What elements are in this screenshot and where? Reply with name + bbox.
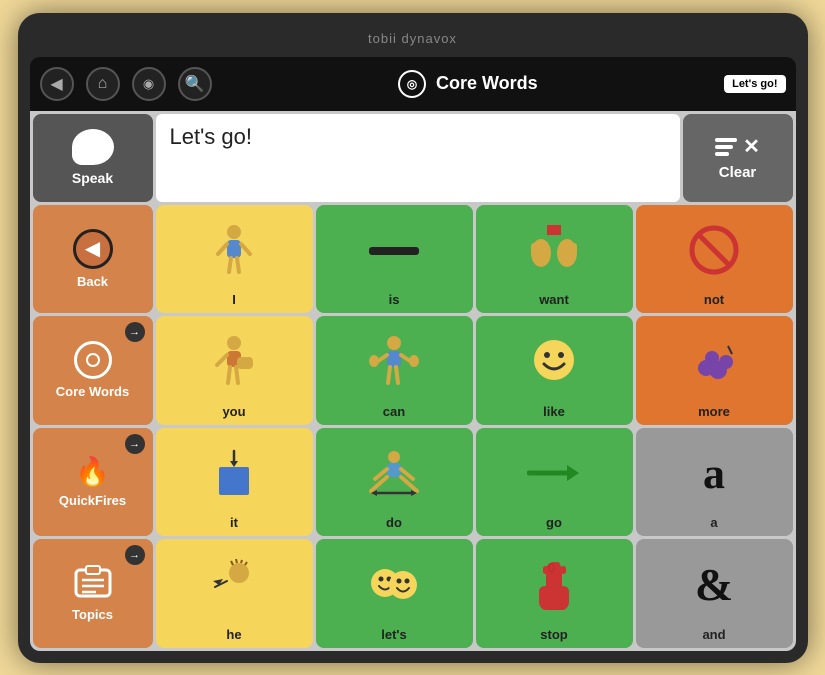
arrow-badge: → [125, 322, 145, 342]
cw-circle-icon [74, 341, 112, 379]
cell-image-stop [480, 543, 629, 627]
cell-label-more: more [698, 404, 730, 419]
core-words-label: Core Words [56, 384, 129, 399]
grid-row-2: → Core Words [33, 316, 793, 425]
cell-label-go: go [546, 515, 562, 530]
profile-nav-icon: ◉ [143, 76, 154, 92]
word-cell-is[interactable]: is [316, 205, 473, 314]
cell-label-stop: stop [540, 627, 567, 642]
word-cell-i[interactable]: I [156, 205, 313, 314]
text-output-content: Let's go! [170, 124, 252, 150]
cell-image-and: & [640, 543, 789, 627]
top-row: Speak Let's go! ✕ Clear [33, 114, 793, 202]
quickfires-button[interactable]: → 🔥 QuickFires [33, 428, 153, 537]
cell-label-i: I [232, 292, 236, 307]
word-cell-you[interactable]: you [156, 316, 313, 425]
arrow-badge-3: → [125, 545, 145, 565]
cell-label-do: do [386, 515, 402, 530]
device-top-bar: tobii dynavox [30, 25, 796, 53]
brand-logo: tobii dynavox [368, 31, 457, 46]
nav-title-text: Core Words [436, 73, 538, 94]
cell-label-can: can [383, 404, 405, 419]
quickfires-label: QuickFires [59, 493, 126, 508]
text-output: Let's go! [156, 114, 680, 202]
clear-icon: ✕ [715, 134, 760, 159]
word-cell-and[interactable]: & and [636, 539, 793, 648]
word-cell-like[interactable]: like [476, 316, 633, 425]
search-nav-icon: 🔍 [185, 74, 205, 94]
flame-icon: 🔥 [75, 455, 110, 488]
grid-row-1: ◀ Back [33, 205, 793, 314]
word-cell-go[interactable]: go [476, 428, 633, 537]
word-cell-want[interactable]: want [476, 205, 633, 314]
cell-label-is: is [389, 292, 400, 307]
cell-image-go [480, 432, 629, 516]
cell-image-do [320, 432, 469, 516]
back-button[interactable]: ◀ Back [33, 205, 153, 314]
arrow-badge-2: → [125, 434, 145, 454]
cell-image-is [320, 209, 469, 293]
topics-label: Topics [72, 607, 113, 622]
back-nav-icon: ◀ [50, 74, 62, 94]
grid-row-4: → Topics [33, 539, 793, 648]
cell-label-you: you [222, 404, 245, 419]
cell-image-can [320, 320, 469, 404]
clear-x-icon: ✕ [743, 134, 760, 159]
clear-label: Clear [719, 164, 757, 181]
grid-row-3: → 🔥 QuickFires i [33, 428, 793, 537]
search-nav-button[interactable]: 🔍 [178, 67, 212, 101]
nav-lets-go-badge: Let's go! [724, 75, 785, 93]
word-cell-more[interactable]: more [636, 316, 793, 425]
back-nav-button[interactable]: ◀ [40, 67, 74, 101]
screen: ◀ ⌂ ◉ 🔍 ◎ Core Words Let's go! [30, 57, 796, 651]
nav-title: ◎ Core Words [224, 70, 713, 98]
core-words-button[interactable]: → Core Words [33, 316, 153, 425]
content-area: Speak Let's go! ✕ Clear [30, 111, 796, 651]
cell-image-like [480, 320, 629, 404]
cell-label-not: not [704, 292, 724, 307]
home-nav-button[interactable]: ⌂ [86, 67, 120, 101]
topics-icon [72, 564, 114, 602]
back-circle-icon: ◀ [73, 229, 113, 269]
cell-label-want: want [539, 292, 569, 307]
word-cell-he[interactable]: he [156, 539, 313, 648]
word-cell-stop[interactable]: stop [476, 539, 633, 648]
word-cell-lets[interactable]: let's [316, 539, 473, 648]
word-cell-a[interactable]: a a [636, 428, 793, 537]
home-nav-icon: ⌂ [98, 75, 108, 93]
cell-label-like: like [543, 404, 565, 419]
device-frame: tobii dynavox ◀ ⌂ ◉ 🔍 ◎ Core Words Let [18, 13, 808, 663]
back-label: Back [77, 274, 108, 289]
cell-image-not [640, 209, 789, 293]
cell-label-it: it [230, 515, 238, 530]
nav-title-icon: ◎ [398, 70, 426, 98]
clear-lines-icon [715, 138, 737, 156]
topics-button[interactable]: → Topics [33, 539, 153, 648]
cell-image-he [160, 543, 309, 627]
word-cell-it[interactable]: it [156, 428, 313, 537]
grid-area: ◀ Back [33, 205, 793, 648]
speak-button[interactable]: Speak [33, 114, 153, 202]
cell-image-you [160, 320, 309, 404]
cell-label-and: and [702, 627, 725, 642]
profile-nav-button[interactable]: ◉ [132, 67, 166, 101]
cell-image-more [640, 320, 789, 404]
speak-bubble-icon [72, 129, 114, 165]
cell-label-lets: let's [381, 627, 407, 642]
word-cell-can[interactable]: can [316, 316, 473, 425]
cell-image-want [480, 209, 629, 293]
speak-label: Speak [72, 170, 113, 186]
cell-label-a: a [710, 515, 717, 530]
word-cell-not[interactable]: not [636, 205, 793, 314]
cell-image-it [160, 432, 309, 516]
nav-bar: ◀ ⌂ ◉ 🔍 ◎ Core Words Let's go! [30, 57, 796, 111]
word-cell-do[interactable]: do [316, 428, 473, 537]
cell-image-lets [320, 543, 469, 627]
cell-image-i [160, 209, 309, 293]
clear-button[interactable]: ✕ Clear [683, 114, 793, 202]
cell-label-he: he [226, 627, 241, 642]
cell-image-a: a [640, 432, 789, 516]
